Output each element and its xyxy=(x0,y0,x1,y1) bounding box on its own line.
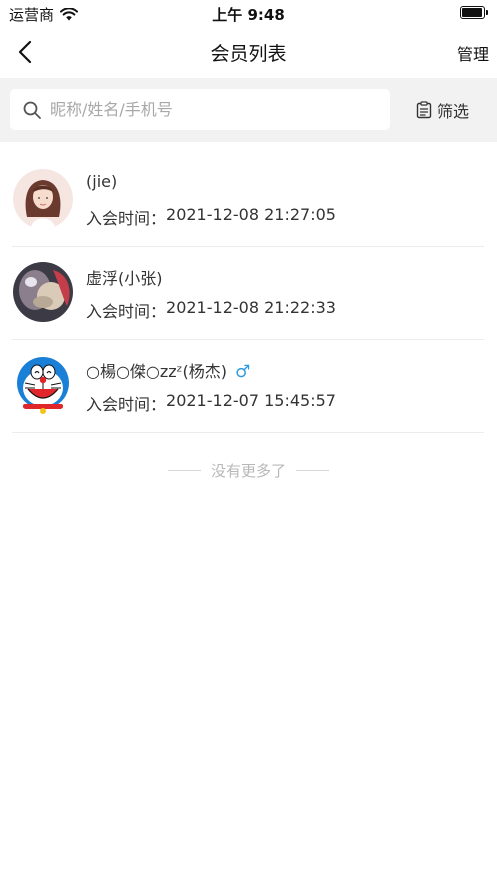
member-row[interactable]: 虚浮(小张) 入会时间： 2021-12-08 21:22:33 xyxy=(12,247,484,340)
back-button[interactable] xyxy=(10,36,42,68)
avatar xyxy=(13,262,73,322)
battery-icon xyxy=(460,6,488,19)
end-note-text: 没有更多了 xyxy=(210,462,286,480)
join-time-value: 2021-12-07 15:45:57 xyxy=(166,391,336,410)
chevron-left-icon xyxy=(18,40,32,64)
nav-bar: 会员列表 管理 xyxy=(0,26,497,78)
status-bar: 运营商 上午 9:48 xyxy=(0,0,497,26)
divider xyxy=(167,470,201,471)
member-row[interactable]: (jie) 入会时间： 2021-12-08 21:27:05 xyxy=(12,154,484,247)
male-icon: ♂ xyxy=(235,362,251,382)
divider xyxy=(296,470,329,471)
member-name-line: ○楊○傑○zzᶻ(杨杰) ♂ xyxy=(86,358,250,382)
clock: 上午 9:48 xyxy=(212,6,285,24)
avatar xyxy=(13,169,73,229)
avatar-photo xyxy=(13,262,73,322)
avatar xyxy=(13,355,73,415)
search-area: 筛选 xyxy=(0,78,497,142)
end-of-list-note: 没有更多了 xyxy=(0,460,497,481)
search-input[interactable] xyxy=(48,99,372,120)
filter-button[interactable]: 筛选 xyxy=(416,98,469,122)
join-time-label: 入会时间： xyxy=(86,395,167,414)
join-time-value: 2021-12-08 21:22:33 xyxy=(166,298,336,317)
search-box[interactable] xyxy=(10,89,390,130)
join-time-label: 入会时间： xyxy=(86,209,167,228)
clipboard-list-icon xyxy=(416,101,432,119)
filter-label: 筛选 xyxy=(437,102,470,121)
page-title: 会员列表 xyxy=(210,43,287,65)
join-time: 入会时间： 2021-12-08 21:27:05 xyxy=(86,205,336,229)
join-time: 入会时间： 2021-12-08 21:22:33 xyxy=(86,298,336,322)
doraemon-avatar xyxy=(13,355,73,415)
member-name: ○楊○傑○zzᶻ(杨杰) xyxy=(86,362,228,381)
search-icon xyxy=(23,101,41,119)
join-time-value: 2021-12-08 21:27:05 xyxy=(166,205,336,224)
member-name: (jie) xyxy=(86,172,118,191)
join-time-label: 入会时间： xyxy=(86,302,167,321)
avatar-illustration xyxy=(13,169,73,229)
member-list: (jie) 入会时间： 2021-12-08 21:27:05 虚浮(小张) 入… xyxy=(0,154,497,433)
member-row[interactable]: ○楊○傑○zzᶻ(杨杰) ♂ 入会时间： 2021-12-07 15:45:57 xyxy=(12,340,484,433)
member-name: 虚浮(小张) xyxy=(86,269,163,288)
manage-button[interactable]: 管理 xyxy=(457,41,489,65)
join-time: 入会时间： 2021-12-07 15:45:57 xyxy=(86,391,336,415)
